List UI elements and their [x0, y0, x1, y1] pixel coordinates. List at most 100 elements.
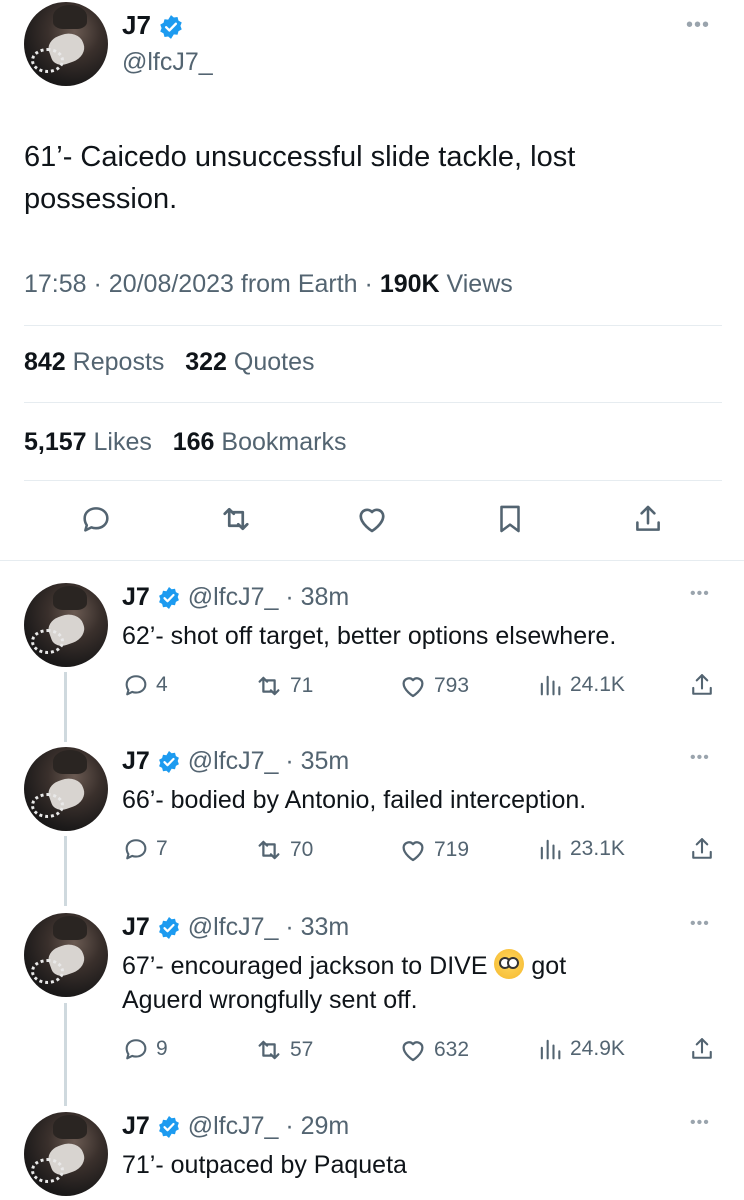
author-name[interactable]: J7 [122, 913, 150, 941]
reply-header: J7 @lfcJ7_ · 33m [122, 913, 350, 941]
reply-text: 67’- encouraged jackson to DIVE got Ague… [122, 949, 722, 1017]
views-chart-icon [540, 839, 561, 860]
repost-icon [258, 676, 280, 696]
likes-stat[interactable]: 5,157 Likes [24, 428, 152, 456]
reply-count: 9 [156, 1037, 168, 1060]
view-count: 24.9K [570, 1037, 625, 1060]
reply-age[interactable]: 33m [301, 913, 350, 941]
tweet-meta: 17:58 · 20/08/2023 from Earth · 190K Vie… [24, 270, 513, 298]
like-button[interactable] [348, 495, 396, 543]
tweet-source: from Earth [240, 270, 358, 298]
reply-age[interactable]: 35m [301, 747, 350, 775]
reply-icon [125, 839, 147, 860]
reply-count: 7 [156, 837, 168, 860]
verified-badge-icon [158, 751, 179, 774]
author-name[interactable]: J7 [122, 747, 150, 775]
tweet-action-bar [0, 495, 744, 551]
reply-text: 71’- outpaced by Paqueta [122, 1151, 407, 1179]
author-name[interactable]: J7 [122, 10, 184, 41]
reply-header: J7 @lfcJ7_ · 38m [122, 583, 350, 611]
reply-button[interactable] [72, 495, 120, 543]
like-count: 719 [434, 838, 470, 861]
views-button[interactable]: 24.9K [536, 1035, 625, 1063]
reply-button[interactable]: 4 [122, 671, 168, 699]
author-handle[interactable]: @lfcJ7_ [188, 1112, 279, 1140]
like-button[interactable]: 632 [398, 1035, 469, 1065]
tweet-time[interactable]: 17:58 [24, 270, 87, 298]
heart-icon [359, 508, 385, 533]
reply-header: J7 @lfcJ7_ · 29m [122, 1112, 350, 1140]
tweet-text: 61’- Caicedo unsuccessful slide tackle, … [24, 141, 576, 215]
views-button[interactable]: 23.1K [536, 835, 625, 863]
reply-button[interactable]: 7 [122, 835, 168, 863]
thread-line [64, 836, 67, 906]
view-count: 23.1K [570, 837, 625, 860]
reply-age[interactable]: 29m [301, 1112, 350, 1140]
verified-badge-icon [160, 15, 182, 40]
avatar[interactable] [24, 1112, 108, 1196]
share-button[interactable] [688, 1035, 716, 1063]
reply-icon [125, 675, 147, 696]
views-button[interactable]: 24.1K [536, 671, 625, 699]
share-icon [636, 505, 660, 531]
bookmark-icon [500, 505, 520, 533]
divider [0, 560, 744, 561]
avatar[interactable] [24, 747, 108, 831]
reposts-stat[interactable]: 842 Reposts [24, 348, 164, 376]
reply-icon [125, 1039, 147, 1060]
reply-actions: 9 57 632 24.9K [122, 1035, 722, 1065]
thread-line [64, 1003, 67, 1106]
repost-button[interactable]: 71 [254, 671, 313, 701]
more-options-icon[interactable]: ••• [690, 915, 710, 933]
divider [24, 480, 722, 481]
like-button[interactable]: 793 [398, 671, 469, 701]
author-name[interactable]: J7 [122, 1112, 150, 1140]
views-chart-icon [540, 675, 561, 696]
like-bookmark-stats: 5,157 Likes 166 Bookmarks [24, 428, 346, 457]
repost-button[interactable]: 57 [254, 1035, 313, 1065]
verified-badge-icon [158, 1116, 179, 1139]
reply-count: 4 [156, 673, 168, 696]
share-button[interactable] [688, 835, 716, 863]
avatar[interactable] [24, 913, 108, 997]
share-icon [692, 838, 712, 859]
avatar[interactable] [24, 583, 108, 667]
repost-button[interactable] [212, 495, 260, 543]
heart-icon [402, 1041, 424, 1062]
reply-actions: 4 71 793 24.1K [122, 671, 722, 701]
tweet-date[interactable]: 20/08/2023 [109, 270, 234, 298]
more-options-icon[interactable]: ••• [690, 1114, 710, 1132]
repost-button[interactable]: 70 [254, 835, 313, 865]
share-button[interactable] [624, 495, 672, 543]
author-handle[interactable]: @lfcJ7_ [188, 747, 279, 775]
reply-icon [83, 507, 109, 532]
like-button[interactable]: 719 [398, 835, 469, 865]
view-count: 24.1K [570, 673, 625, 696]
like-count: 632 [434, 1038, 470, 1061]
reply-button[interactable]: 9 [122, 1035, 168, 1063]
reply-age[interactable]: 38m [301, 583, 350, 611]
more-options-icon[interactable]: ••• [690, 749, 710, 767]
reply-text: 62’- shot off target, better options els… [122, 622, 617, 650]
share-icon [692, 674, 712, 695]
more-options-icon[interactable]: ••• [686, 14, 710, 37]
divider [24, 402, 722, 403]
views-chart-icon [540, 1039, 561, 1060]
thread-line [64, 672, 67, 742]
author-handle[interactable]: @lfcJ7_ [188, 913, 279, 941]
quotes-stat[interactable]: 322 Quotes [185, 348, 314, 376]
flushed-face-emoji-icon [494, 949, 525, 979]
verified-badge-icon [158, 917, 179, 940]
share-button[interactable] [688, 671, 716, 699]
repost-icon [258, 840, 280, 860]
bookmarks-stat[interactable]: 166 Bookmarks [173, 428, 347, 456]
repost-count: 71 [290, 674, 314, 697]
repost-quote-stats: 842 Reposts 322 Quotes [24, 348, 315, 377]
verified-badge-icon [158, 587, 179, 610]
more-options-icon[interactable]: ••• [690, 585, 710, 603]
avatar[interactable] [24, 2, 108, 86]
author-handle[interactable]: @lfcJ7_ [122, 48, 213, 77]
author-name[interactable]: J7 [122, 583, 150, 611]
author-handle[interactable]: @lfcJ7_ [188, 583, 279, 611]
bookmark-button[interactable] [486, 495, 534, 543]
